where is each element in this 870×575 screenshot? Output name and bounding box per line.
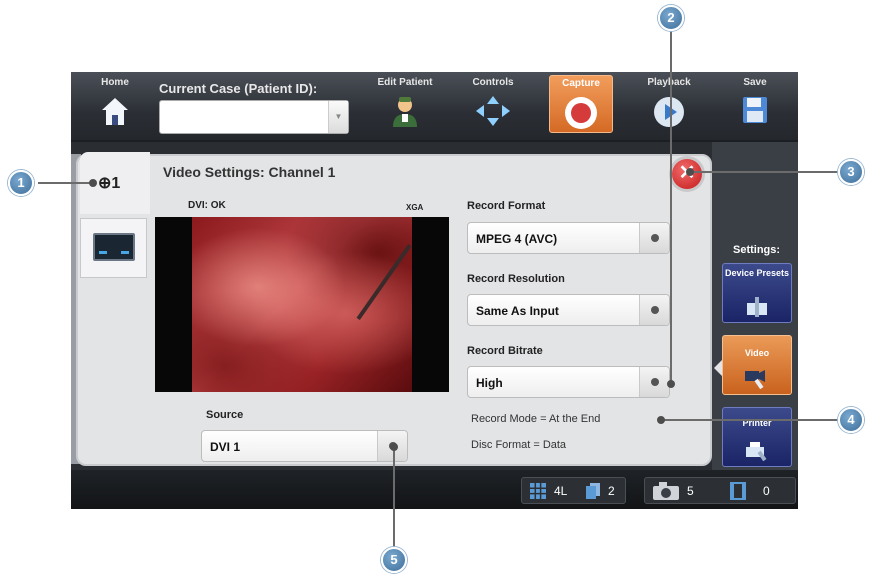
video-preview [155,217,449,392]
save-label: Save [743,77,767,88]
record-resolution-value: Same As Input [476,304,559,318]
record-bitrate-dropdown-button[interactable] [639,367,669,397]
record-resolution-dropdown-button[interactable] [639,295,669,325]
dropdown-dot-icon [651,306,659,314]
playback-button[interactable]: Playback [637,72,701,140]
endoscopic-image [192,217,412,392]
record-resolution-label: Record Resolution [467,273,565,285]
video-count: 0 [763,484,770,498]
case-dropdown-button[interactable]: ▼ [328,101,348,133]
pages-icon [586,483,600,499]
callout-anchor-3 [686,168,694,176]
callout-2: 2 [658,5,684,31]
layout-status: 4L 2 [521,477,626,504]
channel-indicator: ⊕1 [98,173,120,193]
callout-1: 1 [8,170,34,196]
home-label: Home [101,77,129,88]
callout-anchor-4 [657,416,665,424]
source-value: DVI 1 [210,440,241,454]
callout-line-3 [690,171,840,173]
record-format-dropdown-button[interactable] [639,223,669,253]
record-bitrate-value: High [476,376,503,390]
top-toolbar: Home Current Case (Patient ID): ▼ Edit P… [71,72,798,142]
device-presets-button[interactable]: Device Presets [722,263,792,323]
callout-4: 4 [838,407,864,433]
capture-label: Capture [562,78,600,89]
photo-count: 5 [687,484,694,498]
record-format-select[interactable]: MPEG 4 (AVC) [467,222,670,254]
callout-line-1 [38,182,93,184]
callout-5: 5 [381,547,407,573]
device-tools-icon [747,297,767,317]
callout-line-4 [661,419,841,421]
instrument-shape [356,243,412,321]
video-settings-button[interactable]: Video [722,335,792,395]
record-bitrate-select[interactable]: High [467,366,670,398]
directional-arrows-icon [476,96,510,126]
case-id-input[interactable]: ▼ [159,100,349,134]
video-label: Video [744,348,770,358]
floppy-disk-icon [743,97,767,123]
dropdown-dot-icon [651,234,659,242]
case-label: Current Case (Patient ID): [159,81,318,96]
edit-patient-label: Edit Patient [377,77,433,88]
edit-patient-button[interactable]: Edit Patient [373,72,437,140]
record-bitrate-label: Record Bitrate [467,345,543,357]
camera-icon [653,482,679,500]
channel-number: 1 [111,175,121,192]
resolution-badge: XGA [406,203,424,212]
callout-line-2 [670,28,672,384]
film-icon [730,482,746,500]
record-resolution-select[interactable]: Same As Input [467,294,670,326]
disc-format-info: Disc Format = Data [471,439,567,451]
playback-label: Playback [647,77,691,88]
callout-anchor-5 [390,443,398,451]
source-label: Source [206,409,244,421]
channel-thumbnail[interactable] [80,218,147,278]
record-format-value: MPEG 4 (AVC) [476,232,558,246]
app-window: Home Current Case (Patient ID): ▼ Edit P… [71,72,798,509]
printer-button[interactable]: Printer [722,407,792,467]
media-status: 5 0 [644,477,796,504]
controls-button[interactable]: Controls [461,72,525,140]
patient-icon [393,97,417,127]
save-button[interactable]: Save [725,72,785,140]
controls-label: Controls [472,77,514,88]
record-icon [565,97,597,129]
record-format-label: Record Format [467,200,546,212]
callout-line-5 [393,446,395,549]
settings-label: Settings: [733,244,781,256]
printer-wrench-icon [746,442,767,461]
callout-3: 3 [838,159,864,185]
page-title: Video Settings: Channel 1 [163,164,336,180]
device-presets-label: Device Presets [724,268,790,278]
callout-anchor-2 [667,380,675,388]
grid-icon [530,483,546,499]
dropdown-dot-icon [651,378,659,386]
capture-button[interactable]: Capture [549,75,613,133]
record-mode-info: Record Mode = At the End [471,413,601,425]
monitor-icon [93,233,135,261]
dvi-status: DVI: OK [188,200,226,211]
callout-anchor-1 [89,179,97,187]
input-icon: ⊕ [98,175,112,192]
home-button[interactable]: Home [85,72,145,140]
home-icon [102,98,128,125]
layout-count: 4L [554,484,568,498]
play-icon [654,97,684,127]
pages-count: 2 [608,484,615,498]
camera-wrench-icon [745,370,765,389]
source-select[interactable]: DVI 1 [201,430,408,462]
active-pointer [714,360,722,376]
